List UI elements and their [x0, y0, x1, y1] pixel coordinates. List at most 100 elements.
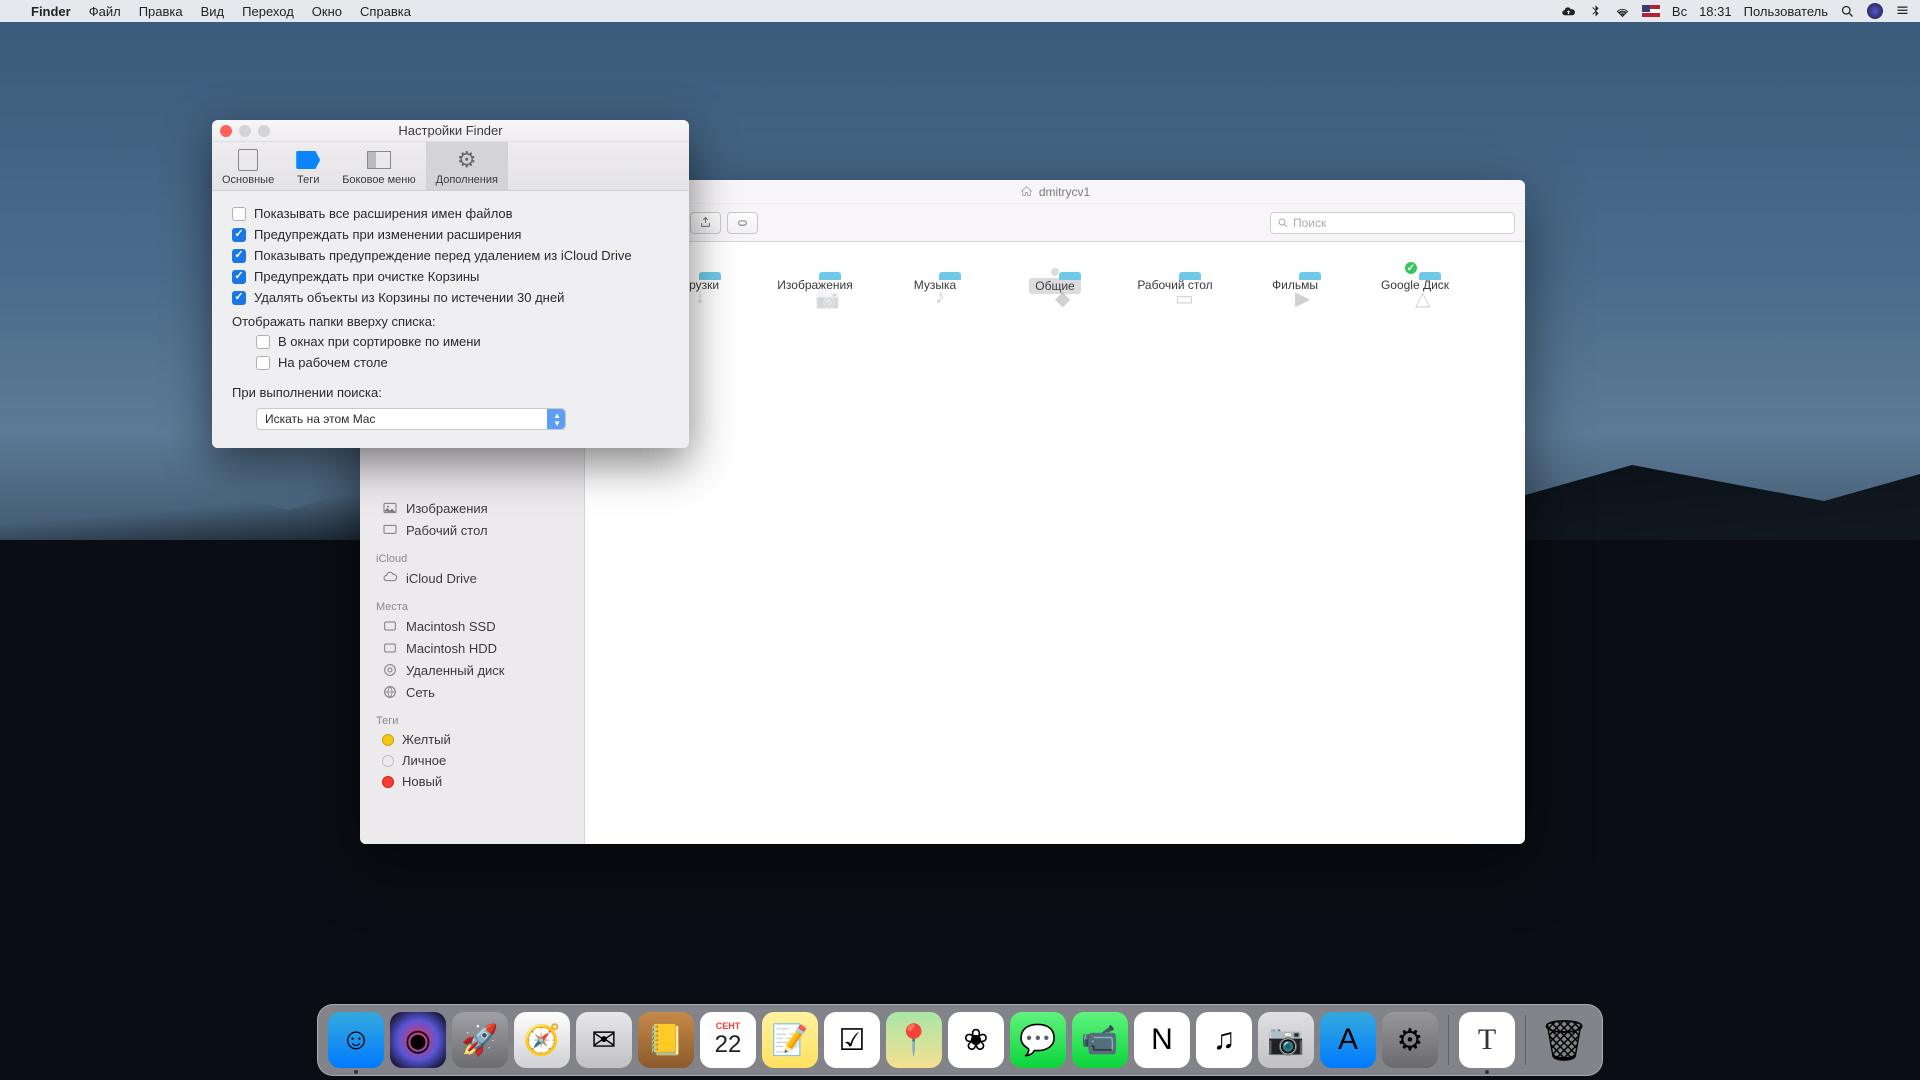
search-scope-select[interactable]: Искать на этом Mac ▲▼	[256, 408, 566, 430]
notification-center-icon[interactable]	[1895, 4, 1910, 19]
folder-item[interactable]: ▭Рабочий стол	[1135, 272, 1215, 292]
prefs-body: Показывать все расширения имен файловПре…	[212, 191, 689, 448]
dock-safari[interactable]: 🧭	[514, 1012, 570, 1068]
sidebar-item-pictures[interactable]: Изображения	[360, 497, 584, 519]
menu-help[interactable]: Справка	[351, 4, 420, 19]
sidebar-item-network[interactable]: Сеть	[360, 681, 584, 703]
folder-item[interactable]: △Google Диск	[1375, 272, 1455, 292]
dock-facetime[interactable]: 📹	[1072, 1012, 1128, 1068]
dock-screenshot[interactable]: 📷	[1258, 1012, 1314, 1068]
sidebar-head-places: Места	[360, 597, 584, 615]
sidebar-head-tags: Теги	[360, 711, 584, 729]
prefs-tab-tags[interactable]: Теги	[284, 142, 332, 190]
sidebar-item-hdd[interactable]: Macintosh HDD	[360, 637, 584, 659]
dock-itunes[interactable]: ♫	[1196, 1012, 1252, 1068]
spotlight-icon[interactable]	[1840, 4, 1855, 19]
finder-path-title: dmitrycv1	[1039, 185, 1090, 199]
checkbox[interactable]	[256, 335, 270, 349]
sidebar-label: Личное	[402, 753, 446, 768]
checkbox[interactable]	[232, 291, 246, 305]
sidebar-label: Сеть	[406, 685, 435, 700]
prefs-tab-general[interactable]: Основные	[212, 142, 284, 190]
dock-sysprefs[interactable]: ⚙	[1382, 1012, 1438, 1068]
menubar-user[interactable]: Пользователь	[1744, 4, 1828, 19]
tag-dot-icon	[382, 776, 394, 788]
sidebar-tag-new[interactable]: Новый	[360, 771, 584, 792]
dock-messages[interactable]: 💬	[1010, 1012, 1066, 1068]
checkbox[interactable]	[232, 249, 246, 263]
dock-appstore[interactable]: A	[1320, 1012, 1376, 1068]
app-menu[interactable]: Finder	[22, 4, 80, 19]
dock-launchpad[interactable]: 🚀	[452, 1012, 508, 1068]
checkbox-label: В окнах при сортировке по имени	[278, 334, 481, 349]
dock-photos[interactable]: ❀	[948, 1012, 1004, 1068]
finder-search[interactable]: Поиск	[1270, 212, 1515, 234]
sidebar-item-desktop[interactable]: Рабочий стол	[360, 519, 584, 541]
search-placeholder: Поиск	[1293, 216, 1326, 230]
prefs-tabs: Основные Теги Боковое меню ⚙ Дополнения	[212, 142, 689, 191]
sidebar-tag-personal[interactable]: Личное	[360, 750, 584, 771]
folder-item[interactable]: ◆Общие	[1015, 272, 1095, 294]
general-tab-icon	[234, 148, 262, 172]
cloud-upload-icon[interactable]	[1561, 4, 1576, 19]
dock-notes[interactable]: 📝	[762, 1012, 818, 1068]
checkbox[interactable]	[232, 270, 246, 284]
dock-news[interactable]: N	[1134, 1012, 1190, 1068]
dock-trash[interactable]: 🗑	[1536, 1012, 1592, 1068]
menubar-day[interactable]: Вс	[1672, 4, 1687, 19]
dock-textedit[interactable]: T	[1459, 1012, 1515, 1068]
menubar: Finder Файл Правка Вид Переход Окно Спра…	[0, 0, 1920, 22]
dock-calendar[interactable]: СЕНТ22	[700, 1012, 756, 1068]
siri-menubar-icon[interactable]	[1867, 3, 1883, 19]
minimize-button[interactable]	[239, 125, 251, 137]
sidebar-label: Удаленный диск	[406, 663, 504, 678]
tab-label: Основные	[222, 174, 274, 186]
sidebar-item-ssd[interactable]: Macintosh SSD	[360, 615, 584, 637]
sidebar-item-icloud[interactable]: iCloud Drive	[360, 567, 584, 589]
tag-dot-icon	[382, 734, 394, 746]
flag-us-icon[interactable]	[1642, 5, 1660, 17]
menu-file[interactable]: Файл	[80, 4, 130, 19]
dock-contacts[interactable]: 📒	[638, 1012, 694, 1068]
prefs-titlebar[interactable]: Настройки Finder	[212, 120, 689, 142]
close-button[interactable]	[220, 125, 232, 137]
checkbox[interactable]	[256, 356, 270, 370]
share-button[interactable]	[690, 212, 721, 234]
tab-label: Боковое меню	[342, 174, 415, 186]
menubar-time[interactable]: 18:31	[1699, 4, 1732, 19]
checkbox[interactable]	[232, 228, 246, 242]
sidebar-tag-yellow[interactable]: Желтый	[360, 729, 584, 750]
checkbox-label: Показывать предупреждение перед удаление…	[254, 248, 632, 263]
folder-item[interactable]: 📷Изображения	[775, 272, 855, 292]
finder-titlebar[interactable]: dmitrycv1	[585, 180, 1525, 204]
sidebar-label: iCloud Drive	[406, 571, 477, 586]
menu-view[interactable]: Вид	[192, 4, 234, 19]
tags-tab-icon	[294, 148, 322, 172]
checkbox-label: Предупреждать при очистке Корзины	[254, 269, 479, 284]
gear-tab-icon: ⚙	[453, 148, 481, 172]
checkbox[interactable]	[232, 207, 246, 221]
search-scope-label: При выполнении поиска:	[232, 379, 669, 402]
tag-dot-icon	[382, 755, 394, 767]
menu-go[interactable]: Переход	[233, 4, 303, 19]
sidebar-label: Macintosh HDD	[406, 641, 497, 656]
finder-content[interactable]: ↓Загрузки📷Изображения♪Музыка◆Общие▭Рабоч…	[585, 242, 1525, 844]
dock-finder[interactable]: ☺	[328, 1012, 384, 1068]
dock-maps[interactable]: 📍	[886, 1012, 942, 1068]
menu-edit[interactable]: Правка	[130, 4, 192, 19]
dock-reminders[interactable]: ☑	[824, 1012, 880, 1068]
prefs-tab-advanced[interactable]: ⚙ Дополнения	[426, 142, 508, 190]
sidebar-item-remote[interactable]: Удаленный диск	[360, 659, 584, 681]
folders-top-label: Отображать папки вверху списка:	[232, 308, 669, 331]
dock-siri[interactable]: ◉	[390, 1012, 446, 1068]
prefs-tab-sidebar[interactable]: Боковое меню	[332, 142, 425, 190]
bluetooth-icon[interactable]	[1588, 4, 1603, 19]
tags-button[interactable]	[727, 212, 758, 234]
wifi-icon[interactable]	[1615, 4, 1630, 19]
folder-item[interactable]: ♪Музыка	[895, 272, 975, 292]
dock-mail[interactable]: ✉	[576, 1012, 632, 1068]
zoom-button[interactable]	[258, 125, 270, 137]
folder-item[interactable]: ▶Фильмы	[1255, 272, 1335, 292]
dock: ☺◉🚀🧭✉📒СЕНТ22📝☑📍❀💬📹N♫📷A⚙ T 🗑	[317, 1004, 1603, 1076]
menu-window[interactable]: Окно	[303, 4, 351, 19]
